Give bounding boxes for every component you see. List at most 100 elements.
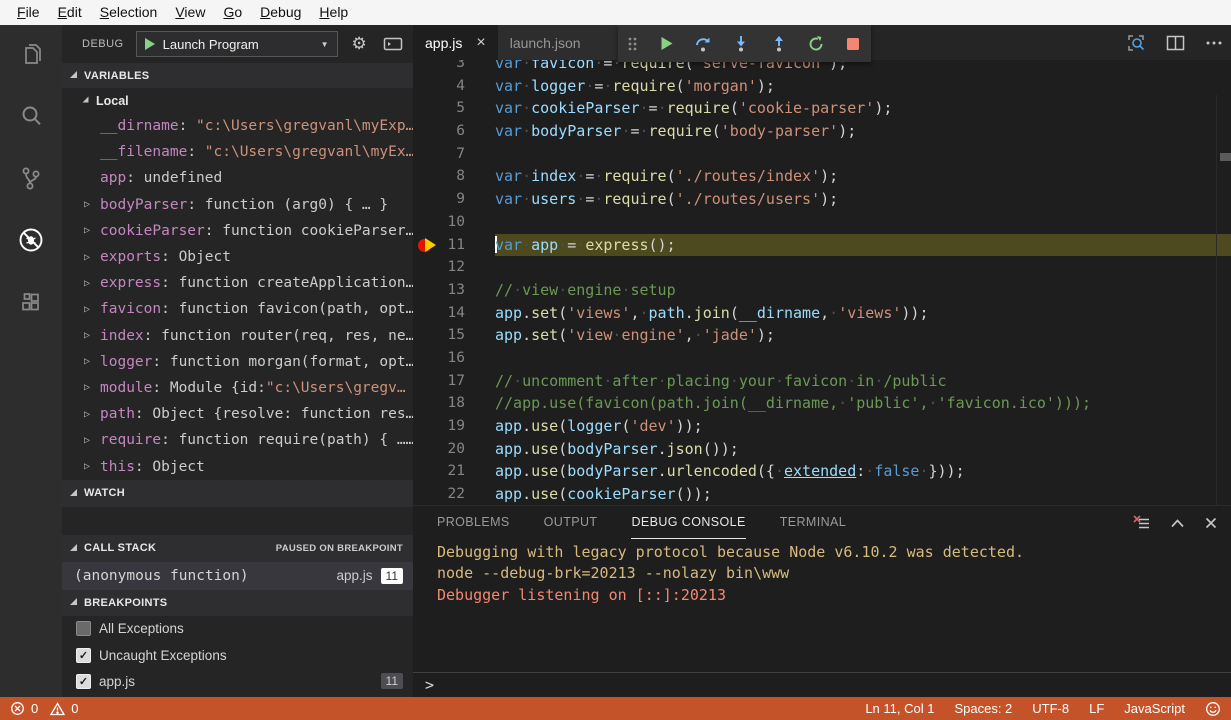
status-item[interactable]: Spaces: 2 — [954, 701, 1012, 716]
menu-item-selection[interactable]: Selection — [91, 0, 167, 25]
panel-tab-output[interactable]: OUTPUT — [544, 506, 598, 539]
line-number[interactable]: 15 — [413, 324, 465, 347]
scope-local[interactable]: Local — [62, 88, 413, 113]
step-over-icon[interactable] — [694, 35, 712, 53]
variable-row[interactable]: ▷express: function createApplication… — [62, 270, 413, 296]
status-item[interactable]: LF — [1089, 701, 1104, 716]
breakpoints-section-header[interactable]: BREAKPOINTS — [62, 590, 413, 616]
code-line-9[interactable]: 9var·users·=·require('./routes/users'); — [413, 188, 1231, 211]
tab-launch-json[interactable]: launch.json — [498, 25, 618, 60]
tab-app-js[interactable]: app.js × — [413, 25, 498, 60]
debug-console-toggle-icon[interactable] — [383, 36, 403, 52]
code-line-15[interactable]: 15app.set('view·engine',·'jade'); — [413, 324, 1231, 347]
line-number[interactable]: 19 — [413, 415, 465, 438]
code-line-6[interactable]: 6var·bodyParser·=·require('body-parser')… — [413, 120, 1231, 143]
restart-icon[interactable] — [807, 35, 825, 53]
checkbox[interactable]: ✓ — [76, 674, 91, 689]
step-into-icon[interactable] — [732, 35, 750, 53]
line-number[interactable]: 12 — [413, 256, 465, 279]
feedback-smiley-icon[interactable] — [1205, 701, 1221, 717]
panel-tab-debug-console[interactable]: DEBUG CONSOLE — [631, 506, 745, 539]
problems-status[interactable]: 0 0 — [10, 701, 78, 716]
step-out-icon[interactable] — [770, 35, 788, 53]
line-number[interactable]: 14 — [413, 302, 465, 325]
more-actions-icon[interactable] — [1205, 40, 1223, 46]
code-line-16[interactable]: 16 — [413, 347, 1231, 370]
menu-item-go[interactable]: Go — [214, 0, 251, 25]
scrollbar-thumb[interactable] — [1220, 153, 1231, 161]
code-line-5[interactable]: 5var·cookieParser·=·require('cookie-pars… — [413, 97, 1231, 120]
start-debug-icon[interactable] — [145, 38, 155, 50]
line-number[interactable]: 9 — [413, 188, 465, 211]
find-in-file-icon[interactable] — [1126, 33, 1146, 53]
variable-row[interactable]: app: undefined — [62, 165, 413, 191]
call-stack-section-header[interactable]: CALL STACK PAUSED ON BREAKPOINT — [62, 535, 413, 562]
split-editor-icon[interactable] — [1166, 35, 1185, 51]
checkbox[interactable] — [76, 621, 91, 636]
code-line-14[interactable]: 14app.set('views',·path.join(__dirname,·… — [413, 302, 1231, 325]
breakpoint-row[interactable]: All Exceptions — [62, 616, 413, 642]
line-number[interactable]: 18 — [413, 392, 465, 415]
stack-frame-row[interactable]: (anonymous function) app.js 11 — [62, 562, 413, 590]
launch-config-dropdown[interactable]: Launch Program ▼ — [136, 31, 338, 57]
status-item[interactable]: JavaScript — [1124, 701, 1185, 716]
code-line-18[interactable]: 18//app.use(favicon(path.join(__dirname,… — [413, 392, 1231, 415]
configure-gear-icon[interactable]: ⚙ — [352, 34, 367, 54]
stop-icon[interactable] — [845, 36, 861, 52]
breakpoint-row[interactable]: ✓Uncaught Exceptions — [62, 642, 413, 668]
variable-row[interactable]: __filename: "c:\Users\gregvanl\myEx… — [62, 139, 413, 165]
code-line-4[interactable]: 4var·logger·=·require('morgan'); — [413, 75, 1231, 98]
status-item[interactable]: Ln 11, Col 1 — [865, 701, 934, 716]
code-line-21[interactable]: 21app.use(bodyParser.urlencoded({·extend… — [413, 460, 1231, 483]
code-line-22[interactable]: 22app.use(cookieParser()); — [413, 483, 1231, 505]
source-control-icon[interactable] — [16, 163, 46, 193]
line-number[interactable]: 21 — [413, 460, 465, 483]
line-number[interactable]: 6 — [413, 120, 465, 143]
extensions-icon[interactable] — [16, 287, 46, 317]
variable-row[interactable]: ▷favicon: function favicon(path, opt… — [62, 296, 413, 322]
close-icon[interactable]: × — [476, 34, 485, 52]
line-number[interactable]: 7 — [413, 143, 465, 166]
variable-row[interactable]: ▷logger: function morgan(format, opt… — [62, 349, 413, 375]
code-line-3[interactable]: 3var·favicon·=·require('serve-favicon'); — [413, 60, 1231, 75]
line-number[interactable]: 20 — [413, 438, 465, 461]
code-line-13[interactable]: 13//·view·engine·setup — [413, 279, 1231, 302]
code-line-11[interactable]: 11var·app·=·express(); — [413, 234, 1231, 257]
line-number[interactable]: 4 — [413, 75, 465, 98]
search-icon[interactable] — [16, 101, 46, 131]
variable-row[interactable]: __dirname: "c:\Users\gregvanl\myExp… — [62, 113, 413, 139]
menu-item-edit[interactable]: Edit — [49, 0, 91, 25]
explorer-icon[interactable] — [16, 39, 46, 69]
line-number[interactable]: 16 — [413, 347, 465, 370]
variable-row[interactable]: ▷index: function router(req, res, ne… — [62, 323, 413, 349]
code-line-12[interactable]: 12 — [413, 256, 1231, 279]
line-number[interactable]: 5 — [413, 97, 465, 120]
code-line-7[interactable]: 7 — [413, 143, 1231, 166]
line-number[interactable]: 13 — [413, 279, 465, 302]
line-number[interactable]: 17 — [413, 370, 465, 393]
debug-icon[interactable] — [16, 225, 46, 255]
menu-item-help[interactable]: Help — [310, 0, 357, 25]
code-line-8[interactable]: 8var·index·=·require('./routes/index'); — [413, 165, 1231, 188]
variable-row[interactable]: ▷cookieParser: function cookieParser… — [62, 218, 413, 244]
status-item[interactable]: UTF-8 — [1032, 701, 1069, 716]
code-line-17[interactable]: 17//·uncomment·after·placing·your·favico… — [413, 370, 1231, 393]
variable-row[interactable]: ▷path: Object {resolve: function res… — [62, 401, 413, 427]
panel-tab-terminal[interactable]: TERMINAL — [780, 506, 846, 539]
variable-row[interactable]: ▷require: function require(path) { …… — [62, 427, 413, 453]
line-number[interactable]: 3 — [413, 60, 465, 75]
line-number[interactable]: 8 — [413, 165, 465, 188]
line-number[interactable]: 22 — [413, 483, 465, 505]
debug-console-input[interactable]: > — [413, 672, 1231, 697]
toolbar-drag-grip[interactable] — [626, 35, 638, 53]
variable-row[interactable]: ▷bodyParser: function (arg0) { … } — [62, 192, 413, 218]
line-number[interactable]: 10 — [413, 211, 465, 234]
variable-row[interactable]: ▷this: Object — [62, 453, 413, 479]
code-line-10[interactable]: 10 — [413, 211, 1231, 234]
code-line-20[interactable]: 20app.use(bodyParser.json()); — [413, 438, 1231, 461]
close-panel-icon[interactable] — [1205, 517, 1217, 529]
breakpoint-row[interactable]: ✓app.js11 — [62, 668, 413, 694]
variable-row[interactable]: ▷exports: Object — [62, 244, 413, 270]
menu-item-view[interactable]: View — [166, 0, 214, 25]
code-line-19[interactable]: 19app.use(logger('dev')); — [413, 415, 1231, 438]
